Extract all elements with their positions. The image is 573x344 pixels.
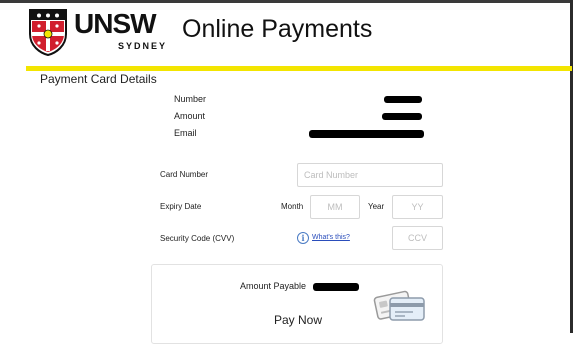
security-code-label: Security Code (CVV) [160,234,235,243]
amount-label: Amount [174,111,206,121]
whats-this-link[interactable]: What's this? [312,234,350,241]
unsw-logo[interactable]: UNSW SYDNEY [28,8,168,58]
card-number-label: Card Number [160,170,209,179]
logo-subtitle: SYDNEY [118,41,168,51]
info-icon[interactable]: i [297,232,309,244]
ccv-field[interactable] [392,226,443,250]
credit-cards-icon [373,290,425,321]
page-title: Online Payments [182,15,373,43]
section-title: Payment Card Details [40,72,157,86]
card-number-field[interactable] [297,163,443,187]
month-field[interactable] [310,195,360,219]
email-redacted [309,130,424,138]
year-field[interactable] [392,195,443,219]
card-number-input[interactable] [298,164,442,186]
number-label: Number [174,94,207,104]
header-accent-bar [26,66,572,71]
number-redacted [384,96,422,103]
logo-wordmark: UNSW [74,8,157,39]
month-label: Month [281,202,304,211]
year-input[interactable] [393,196,442,218]
ccv-input[interactable] [393,227,442,249]
email-label: Email [174,128,197,138]
unsw-crest-icon [29,9,67,56]
expiry-date-label: Expiry Date [160,202,202,211]
pay-now-button[interactable]: Pay Now [266,313,330,327]
amount-payable-label: Amount Payable [240,281,307,291]
site-header: UNSW SYDNEY Online Payments [0,3,570,65]
month-input[interactable] [311,196,359,218]
amount-payable-redacted [313,283,359,291]
amount-redacted [382,113,422,120]
year-label: Year [368,202,385,211]
